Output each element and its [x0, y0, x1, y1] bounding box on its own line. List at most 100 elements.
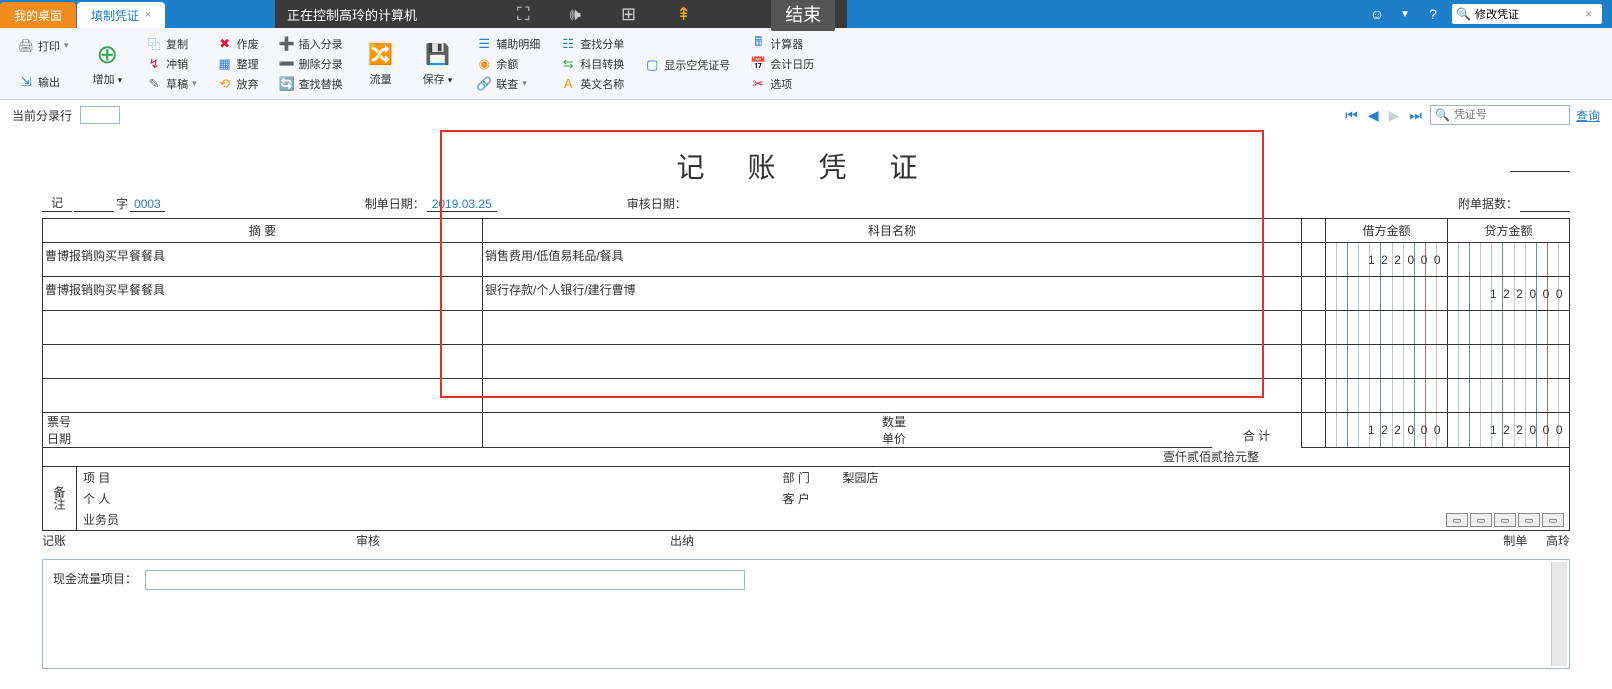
calendar-button[interactable]: 📅会计日历	[746, 55, 818, 73]
sound-icon[interactable]: 🕪	[570, 4, 581, 25]
voucher-date[interactable]: 2019.03.25	[427, 197, 497, 212]
subject-cell[interactable]	[483, 379, 1301, 412]
aux-detail-button[interactable]: ☰辅助明细	[472, 35, 544, 53]
status-icon[interactable]: ▭	[1470, 513, 1492, 527]
balance-button[interactable]: ◉余额	[472, 55, 544, 73]
voucher-document: 记 账 凭 证 记 字 0003 制单日期： 2019.03.25 审核日期： …	[0, 130, 1612, 553]
status-icon[interactable]: ▭	[1518, 513, 1540, 527]
void-button[interactable]: ✖作废	[213, 35, 263, 53]
prefix-ji[interactable]: 记	[42, 194, 72, 212]
status-icon[interactable]: ▭	[1542, 513, 1564, 527]
summary-cell[interactable]	[43, 345, 482, 378]
table-row[interactable]: 曹博报销购买早餐餐具 销售费用/低值易耗品/餐具 122000	[43, 243, 1570, 277]
summary-cell[interactable]: 曹博报销购买早餐餐具	[43, 243, 482, 276]
credit-cell[interactable]	[1448, 311, 1570, 345]
top-search[interactable]: 🔍 ×	[1452, 4, 1602, 24]
find-replace-button[interactable]: 🔄查找替换	[275, 75, 347, 93]
credit-cell[interactable]: 122000	[1448, 277, 1570, 311]
spacer-cell	[1302, 345, 1326, 379]
voucher-number-input[interactable]	[1454, 109, 1565, 121]
add-window-icon[interactable]: ⊞	[621, 4, 636, 25]
offset-icon: ↯	[146, 56, 162, 72]
cashflow-input[interactable]	[145, 570, 745, 590]
scrollbar[interactable]	[1551, 562, 1567, 666]
qty-label: 数量	[487, 413, 1301, 430]
tab-desktop[interactable]: 我的桌面	[0, 2, 76, 28]
voucher-number[interactable]: 0003	[130, 197, 165, 212]
first-button[interactable]: ⏮	[1343, 107, 1360, 124]
summary-cell[interactable]	[43, 311, 482, 344]
show-empty-button[interactable]: ▢显示空凭证号	[640, 53, 734, 74]
prev-button[interactable]: ◀	[1366, 107, 1381, 124]
subject-cell[interactable]	[483, 311, 1301, 344]
dropdown-icon[interactable]: ▼	[1396, 5, 1414, 23]
prefix-blank[interactable]	[74, 197, 114, 212]
summary-cell[interactable]	[43, 379, 482, 412]
options-button[interactable]: ✂选项	[746, 75, 818, 93]
close-icon[interactable]: ×	[145, 9, 151, 21]
next-button[interactable]: ▶	[1387, 107, 1402, 124]
attach-count[interactable]	[1520, 197, 1570, 212]
draft-button[interactable]: ✎草稿▾	[142, 75, 201, 93]
debit-cell[interactable]	[1326, 345, 1448, 379]
copy-button[interactable]: ⿻复制	[142, 35, 201, 53]
print-button[interactable]: 🖨打印▾	[14, 37, 73, 55]
signature-row: 记账 审核 出纳 制单 高玲	[42, 529, 1570, 553]
ribbon-toolbar: 🖨打印▾ ⇲输出 ⊕ 增加 ▾ ⿻复制 ↯冲销 ✎草稿▾ ✖作废 ▦整理 ⟲放弃…	[0, 28, 1612, 100]
credit-cell[interactable]	[1448, 345, 1570, 379]
subject-switch-button[interactable]: ⇆科目转换	[556, 55, 628, 73]
top-search-input[interactable]	[1475, 8, 1585, 20]
subject-cell[interactable]: 银行存款/个人银行/建行曹博	[483, 277, 1301, 310]
english-name-button[interactable]: A英文名称	[556, 75, 628, 93]
save-button[interactable]: 💾 保存 ▾	[415, 39, 461, 89]
add-button[interactable]: ⊕ 增加 ▾	[85, 39, 131, 89]
flow-button[interactable]: 🔀 流量	[359, 39, 403, 89]
query-link[interactable]: 查询	[1576, 107, 1600, 124]
subject-cell[interactable]: 销售费用/低值易耗品/餐具	[483, 243, 1301, 276]
status-icon[interactable]: ▭	[1446, 513, 1468, 527]
table-row[interactable]: 曹博报销购买早餐餐具 银行存款/个人银行/建行曹博 122000	[43, 277, 1570, 311]
copy-icon: ⿻	[146, 36, 162, 52]
table-row[interactable]	[43, 311, 1570, 345]
col-subject: 科目名称	[483, 219, 1302, 243]
spacer-cell	[1302, 311, 1326, 345]
link-icon: 🔗	[476, 76, 492, 92]
topbar-right: ☺ ▼ ? 🔍 ×	[1368, 4, 1612, 24]
credit-cell[interactable]	[1448, 243, 1570, 277]
credit-cell[interactable]	[1448, 379, 1570, 413]
status-icon[interactable]: ▭	[1494, 513, 1516, 527]
tidy-button[interactable]: ▦整理	[213, 55, 263, 73]
switch-icon: ⇆	[560, 56, 576, 72]
clear-icon[interactable]: ×	[1585, 7, 1592, 21]
fullscreen-icon[interactable]: ⛶	[517, 4, 530, 25]
tab-voucher[interactable]: 填制凭证×	[77, 2, 165, 28]
label: 余额	[496, 56, 518, 72]
debit-cell[interactable]	[1326, 311, 1448, 345]
debit-cell[interactable]	[1326, 277, 1448, 311]
lang-icon: A	[560, 76, 576, 92]
debit-cell[interactable]	[1326, 379, 1448, 413]
summary-cell[interactable]: 曹博报销购买早餐餐具	[43, 277, 482, 310]
label: 插入分录	[299, 36, 343, 52]
table-row[interactable]	[43, 345, 1570, 379]
calculator-button[interactable]: 🖩计算器	[746, 35, 818, 53]
delete-entry-button[interactable]: ➖删除分录	[275, 55, 347, 73]
help-icon[interactable]: ?	[1424, 5, 1442, 23]
cashflow-panel: 现金流量项目：	[42, 559, 1570, 669]
table-row[interactable]	[43, 379, 1570, 413]
debit-cell[interactable]: 122000	[1326, 243, 1448, 277]
find-split-button[interactable]: ☷查找分单	[556, 35, 628, 53]
offset-button[interactable]: ↯冲销	[142, 55, 201, 73]
insert-entry-button[interactable]: ➕插入分录	[275, 35, 347, 53]
dept-value[interactable]: 梨园店	[837, 466, 1562, 488]
smile-icon[interactable]: ☺	[1368, 5, 1386, 23]
last-button[interactable]: ⏭	[1407, 107, 1424, 124]
discard-button[interactable]: ⟲放弃	[213, 75, 263, 93]
output-button[interactable]: ⇲输出	[14, 73, 73, 91]
voucher-number-search[interactable]: 🔍	[1430, 105, 1570, 125]
end-remote-button[interactable]: 结束	[771, 0, 835, 31]
pin-icon[interactable]: ⇞	[676, 4, 691, 25]
current-line-input[interactable]	[80, 106, 120, 124]
subject-cell[interactable]	[483, 345, 1301, 378]
related-button[interactable]: 🔗联查▾	[472, 75, 544, 93]
